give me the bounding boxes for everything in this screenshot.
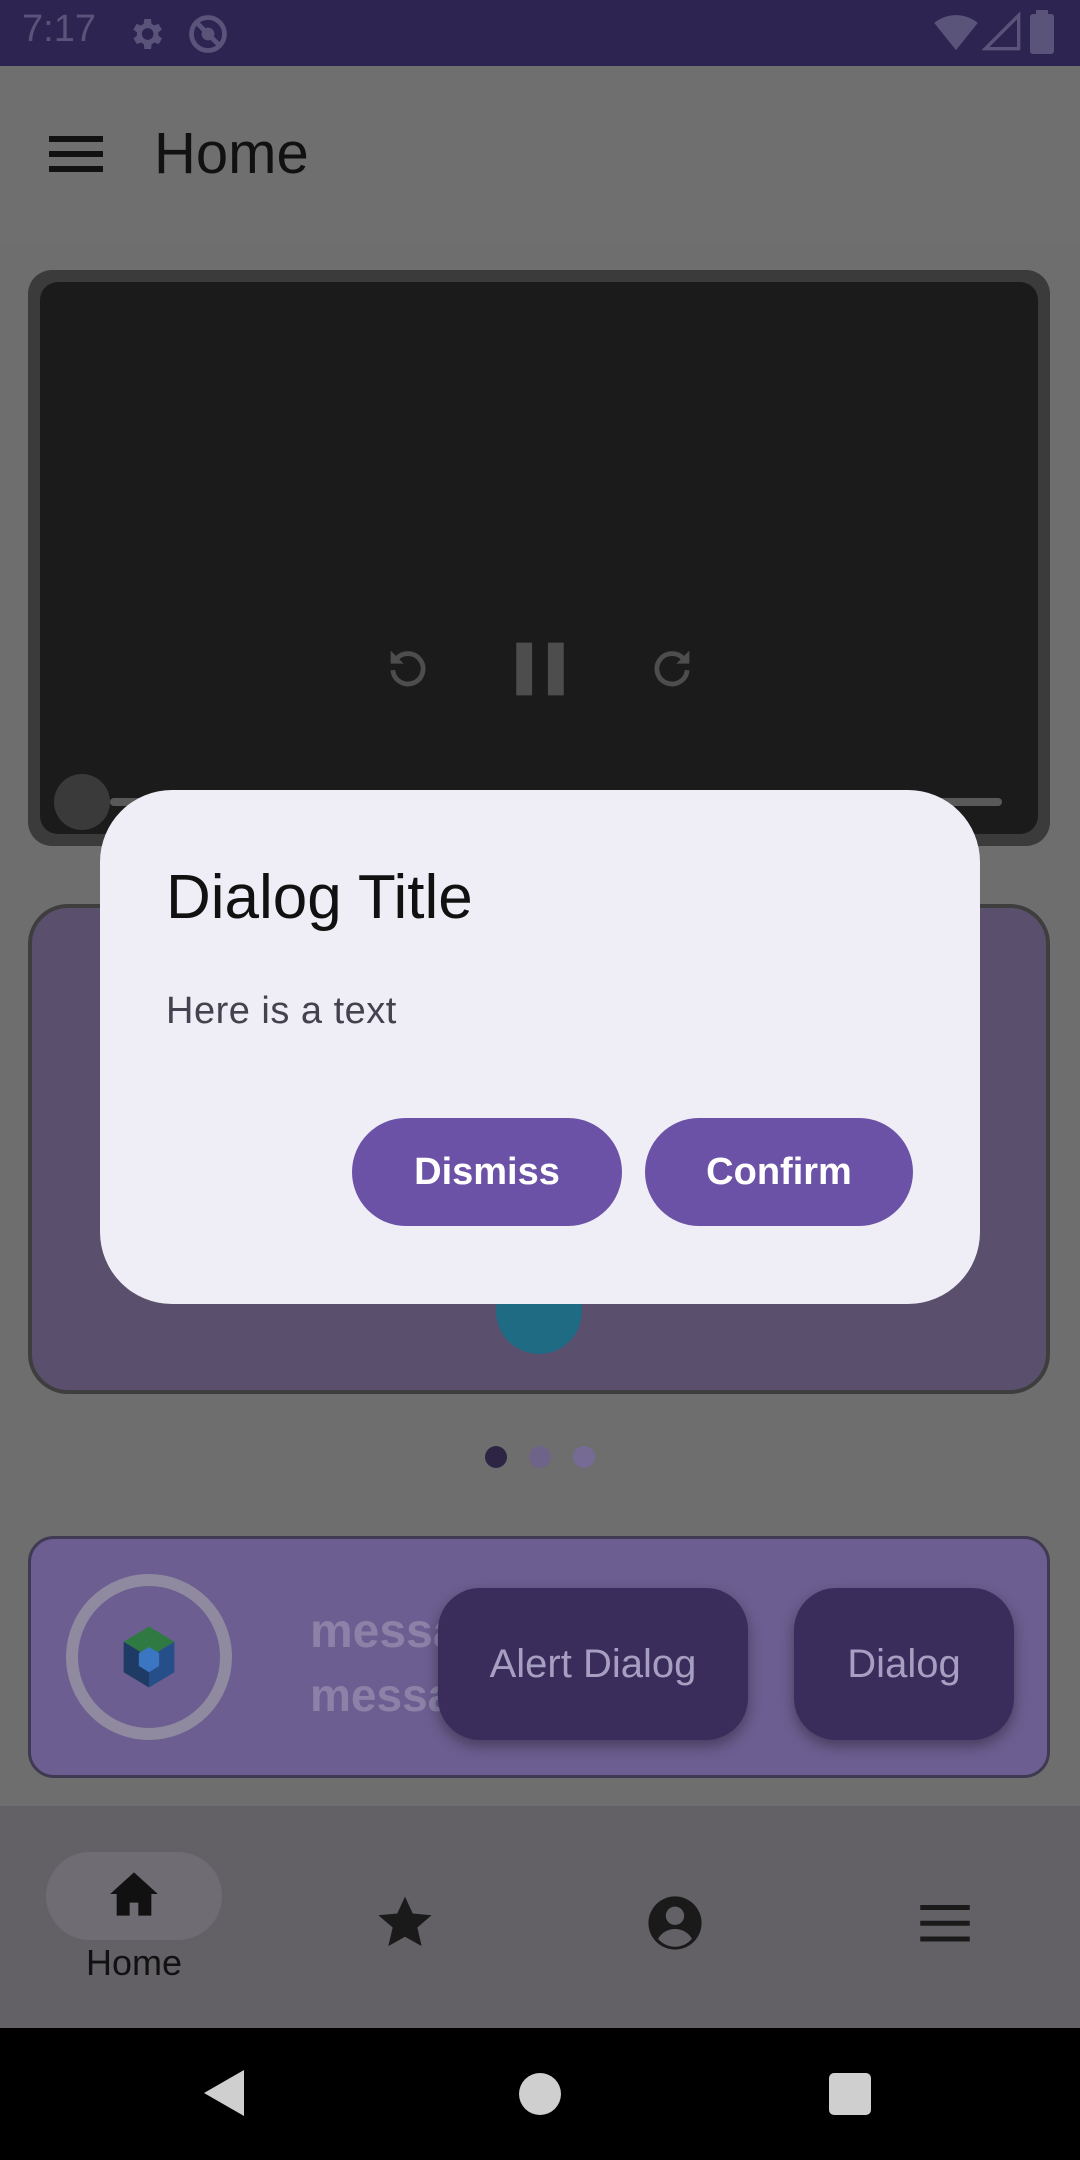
seek-thumb[interactable] bbox=[54, 774, 110, 830]
settings-icon bbox=[126, 14, 166, 59]
menu-icon[interactable] bbox=[918, 1900, 972, 1951]
dialog-text: Here is a text bbox=[166, 990, 397, 1032]
home-icon[interactable] bbox=[108, 1870, 160, 1923]
recents-icon[interactable] bbox=[828, 2072, 872, 2121]
confirm-button[interactable]: Confirm bbox=[645, 1118, 913, 1226]
dialog-button[interactable]: Dialog bbox=[794, 1588, 1014, 1740]
menu-icon bbox=[49, 136, 103, 172]
message-subtitle: messa bbox=[310, 1669, 454, 1721]
cell-signal-icon bbox=[981, 11, 1022, 57]
status-time: 7:17 bbox=[22, 8, 96, 50]
pager-dot-2[interactable] bbox=[529, 1446, 551, 1468]
pager-dot-1[interactable] bbox=[485, 1446, 507, 1468]
wifi-icon bbox=[934, 12, 978, 57]
nav-home-label[interactable]: Home bbox=[54, 1942, 214, 1984]
battery-icon bbox=[1030, 10, 1054, 59]
back-icon[interactable] bbox=[202, 2068, 246, 2123]
pager-dot-3[interactable] bbox=[573, 1446, 595, 1468]
account-icon[interactable] bbox=[646, 1894, 704, 1957]
pause-icon[interactable] bbox=[512, 640, 568, 703]
page-title: Home bbox=[154, 121, 309, 186]
sync-off-icon bbox=[186, 12, 230, 61]
drawer-menu-button[interactable] bbox=[40, 118, 112, 190]
fast-forward-icon[interactable] bbox=[646, 642, 698, 699]
star-icon[interactable] bbox=[376, 1894, 434, 1955]
rewind-icon[interactable] bbox=[382, 642, 434, 699]
alert-dialog-button[interactable]: Alert Dialog bbox=[438, 1588, 748, 1740]
dialog-title: Dialog Title bbox=[166, 863, 473, 932]
home-circle-icon[interactable] bbox=[518, 2072, 562, 2121]
dismiss-button[interactable]: Dismiss bbox=[352, 1118, 622, 1226]
app-logo-icon bbox=[118, 1624, 180, 1695]
video-player[interactable] bbox=[40, 282, 1038, 834]
